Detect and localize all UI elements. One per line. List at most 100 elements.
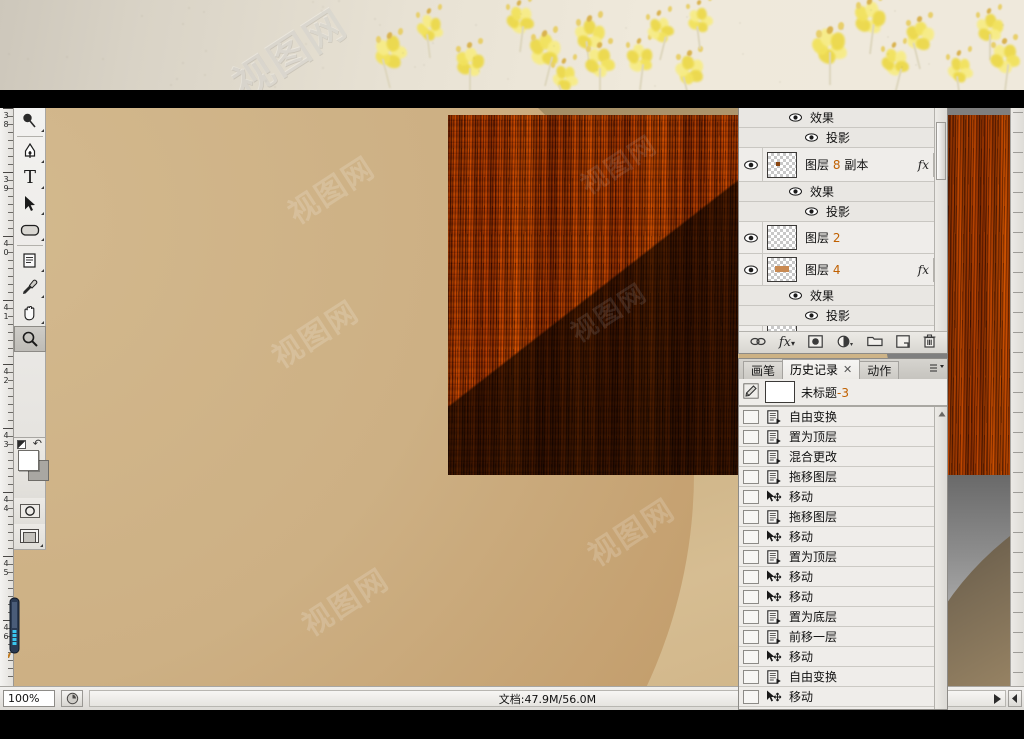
history-brush-source-icon[interactable] — [743, 383, 759, 402]
background-speck — [27, 58, 29, 60]
doc-info-arrow-icon[interactable] — [994, 694, 1001, 704]
scrollbar-tick — [1013, 292, 1023, 293]
eye-icon[interactable] — [805, 133, 818, 142]
history-state-row[interactable]: 拖移图层 — [739, 507, 947, 527]
tool-zoom-tool[interactable] — [14, 326, 46, 352]
history-snapshot-row[interactable]: 未标题-3 — [739, 379, 947, 407]
tool-blur-tool[interactable] — [14, 108, 46, 134]
layer-row[interactable]: 图层 2 — [739, 222, 947, 254]
link-layers-button[interactable] — [750, 336, 766, 350]
tool-type-tool[interactable]: T — [14, 165, 46, 191]
layer-thumbnail[interactable] — [767, 257, 797, 282]
tab-brushes[interactable]: 画笔 — [743, 361, 783, 379]
history-scrollbar[interactable] — [934, 407, 947, 709]
ruler-tick — [8, 276, 13, 277]
default-colors-icon[interactable] — [17, 440, 26, 449]
canvas-vertical-scrollbar[interactable] — [1010, 108, 1024, 686]
tool-eyedropper-tool[interactable] — [14, 274, 46, 300]
history-snapshot-checkbox[interactable] — [743, 610, 759, 624]
new-layer-button[interactable] — [896, 335, 910, 351]
quick-mask-button[interactable] — [14, 498, 46, 524]
tool-rounded-rectangle-tool[interactable] — [14, 217, 46, 243]
eye-icon[interactable] — [744, 233, 758, 243]
panel-menu-button[interactable] — [929, 363, 945, 374]
history-snapshot-checkbox[interactable] — [743, 670, 759, 684]
foreground-color-swatch[interactable] — [18, 450, 39, 471]
scrollbar-tick — [1013, 192, 1023, 193]
add-layer-mask-button[interactable] — [808, 335, 823, 351]
history-snapshot-checkbox[interactable] — [743, 470, 759, 484]
adjustment-layer-button[interactable] — [837, 335, 854, 351]
screen-mode-button[interactable] — [14, 524, 46, 550]
background-speck — [414, 66, 416, 68]
history-state-row[interactable]: 移动 — [739, 687, 947, 707]
history-snapshot-checkbox[interactable] — [743, 550, 759, 564]
history-snapshot-checkbox[interactable] — [743, 690, 759, 704]
history-state-row[interactable]: 自由变换 — [739, 667, 947, 687]
history-scroll-up-button[interactable] — [935, 407, 948, 420]
eye-icon[interactable] — [744, 160, 758, 170]
layer-subeffect-row[interactable]: 投影 — [739, 128, 947, 148]
history-snapshot-checkbox[interactable] — [743, 530, 759, 544]
tool-pen-tool[interactable] — [14, 139, 46, 165]
history-state-row[interactable]: 移动 — [739, 587, 947, 607]
zoom-level-field[interactable]: 100% — [3, 690, 55, 707]
history-snapshot-checkbox[interactable] — [743, 650, 759, 664]
doc-size-button[interactable] — [61, 690, 83, 707]
layer-thumbnail[interactable] — [767, 225, 797, 250]
eye-icon[interactable] — [789, 187, 802, 196]
tool-notes-tool[interactable] — [14, 248, 46, 274]
layer-fx-icon[interactable]: fx — [918, 158, 929, 172]
history-state-row[interactable]: 移动 — [739, 567, 947, 587]
history-snapshot-checkbox[interactable] — [743, 430, 759, 444]
history-snapshot-checkbox[interactable] — [743, 630, 759, 644]
history-state-list[interactable]: 自由变换 置为顶层 混合更改 拖移图层 移动 拖移图层 移动 置为顶层 移动 移动 置为底层 前移一层… — [739, 407, 947, 707]
screen-mode-icon — [20, 529, 40, 544]
eye-icon[interactable] — [805, 311, 818, 320]
delete-layer-button[interactable] — [923, 334, 936, 351]
tab-actions[interactable]: 动作 — [859, 361, 899, 379]
horizontal-scroll-left-button[interactable] — [1008, 690, 1022, 707]
history-state-row[interactable]: 置为顶层 — [739, 547, 947, 567]
history-snapshot-checkbox[interactable] — [743, 590, 759, 604]
ruler-tick — [3, 364, 13, 365]
eye-icon[interactable] — [805, 207, 818, 216]
swap-colors-icon[interactable]: ↶ — [33, 439, 42, 449]
scrollbar-tick — [1013, 112, 1023, 113]
new-group-button[interactable] — [867, 335, 883, 350]
move-tool-icon — [765, 530, 783, 544]
layer-row[interactable]: 图层 4 fx — [739, 254, 947, 286]
history-state-row[interactable]: 置为底层 — [739, 607, 947, 627]
layers-scrollbar[interactable] — [934, 108, 947, 332]
tool-hand-tool[interactable] — [14, 300, 46, 326]
layer-row[interactable]: 图层 8 副本 fx — [739, 148, 947, 182]
history-snapshot-checkbox[interactable] — [743, 410, 759, 424]
eye-icon[interactable] — [789, 113, 802, 122]
history-snapshot-checkbox[interactable] — [743, 490, 759, 504]
close-icon[interactable]: ✕ — [843, 363, 852, 376]
layer-subeffect-row[interactable]: 投影 — [739, 306, 947, 326]
mask-icon — [808, 335, 823, 348]
eye-icon[interactable] — [744, 265, 758, 275]
history-state-row[interactable]: 移动 — [739, 487, 947, 507]
tab-history[interactable]: 历史记录 ✕ — [782, 359, 860, 379]
history-state-row[interactable]: 混合更改 — [739, 447, 947, 467]
history-snapshot-checkbox[interactable] — [743, 570, 759, 584]
layers-scrollbar-thumb[interactable] — [936, 122, 946, 180]
history-state-row[interactable]: 拖移图层 — [739, 467, 947, 487]
snapshot-thumbnail[interactable] — [765, 381, 795, 403]
layer-style-button[interactable]: fx▾ — [779, 335, 795, 350]
history-state-row[interactable]: 自由变换 — [739, 407, 947, 427]
history-snapshot-checkbox[interactable] — [743, 450, 759, 464]
eye-icon[interactable] — [789, 291, 802, 300]
layer-subeffect-row[interactable]: 投影 — [739, 202, 947, 222]
history-snapshot-checkbox[interactable] — [743, 510, 759, 524]
tool-path-selection-tool[interactable] — [14, 191, 46, 217]
history-state-row[interactable]: 移动 — [739, 527, 947, 547]
background-speck — [842, 28, 844, 30]
history-state-row[interactable]: 前移一层 — [739, 627, 947, 647]
history-state-row[interactable]: 移动 — [739, 647, 947, 667]
layer-thumbnail[interactable] — [767, 152, 797, 178]
layer-fx-icon[interactable]: fx — [918, 263, 929, 277]
history-state-row[interactable]: 置为顶层 — [739, 427, 947, 447]
